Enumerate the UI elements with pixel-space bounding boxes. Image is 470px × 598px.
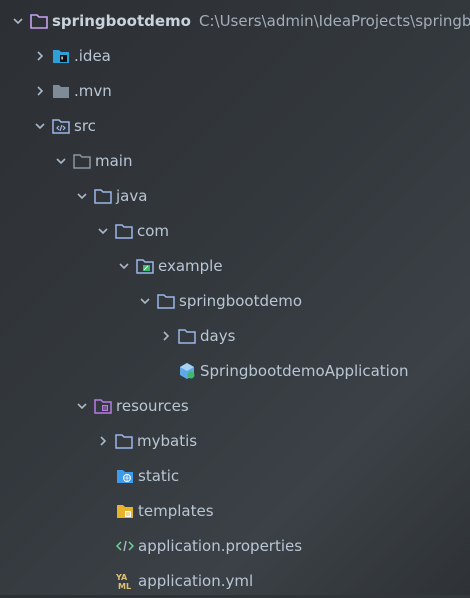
chevron-down-icon[interactable] (10, 13, 26, 29)
tree-row-application-properties[interactable]: application.properties (0, 528, 470, 563)
tree-row-application-yml[interactable]: YA ML application.yml (0, 563, 470, 598)
idea-label: .idea (74, 46, 111, 65)
resources-folder-icon (94, 397, 112, 415)
example-label: example (158, 256, 223, 275)
tree-row-templates[interactable]: templates (0, 493, 470, 528)
tree-row-mybatis[interactable]: mybatis (0, 423, 470, 458)
tree-row-springbootdemo[interactable]: springbootdemo (0, 283, 470, 318)
module-folder-icon (30, 12, 48, 30)
templates-folder-icon (116, 502, 134, 520)
chevron-right-icon[interactable] (158, 328, 174, 344)
tree-row-src[interactable]: src (0, 108, 470, 143)
chevron-down-icon[interactable] (32, 118, 48, 134)
chevron-down-icon[interactable] (137, 293, 153, 309)
static-label: static (138, 466, 180, 485)
project-tree: springbootdemo C:\Users\admin\IdeaProjec… (0, 0, 470, 595)
folder-icon (52, 82, 70, 100)
project-path: C:\Users\admin\IdeaProjects\springboo (198, 11, 470, 30)
mybatis-label: mybatis (137, 431, 198, 450)
springbootdemo-label: springbootdemo (179, 291, 302, 310)
chevron-down-icon[interactable] (74, 398, 90, 414)
spring-package-icon (136, 257, 154, 275)
templates-label: templates (138, 501, 214, 520)
resources-label: resources (116, 396, 189, 415)
package-folder-icon (115, 222, 133, 240)
project-name: springbootdemo (52, 11, 191, 30)
tree-row-days[interactable]: days (0, 318, 470, 353)
folder-icon (73, 152, 91, 170)
tree-row-idea[interactable]: .idea (0, 38, 470, 73)
application-yml-label: application.yml (138, 571, 254, 590)
com-label: com (137, 221, 170, 240)
folder-icon (115, 432, 133, 450)
tree-row-mvn[interactable]: .mvn (0, 73, 470, 108)
chevron-down-icon[interactable] (74, 188, 90, 204)
yaml-file-icon: YA ML (116, 572, 134, 590)
chevron-down-icon[interactable] (95, 223, 111, 239)
chevron-right-icon[interactable] (32, 48, 48, 64)
web-folder-icon (116, 467, 134, 485)
days-label: days (200, 326, 236, 345)
tree-row-com[interactable]: com (0, 213, 470, 248)
tree-row-application-class[interactable]: SpringbootdemoApplication (0, 353, 470, 388)
svg-text:YA: YA (116, 573, 128, 582)
chevron-down-icon[interactable] (53, 153, 69, 169)
java-label: java (116, 186, 148, 205)
properties-file-icon (116, 537, 134, 555)
chevron-down-icon[interactable] (116, 258, 132, 274)
mvn-label: .mvn (74, 81, 112, 100)
chevron-right-icon[interactable] (95, 433, 111, 449)
package-folder-icon (178, 327, 196, 345)
svg-text:ML: ML (118, 582, 131, 590)
package-folder-icon (157, 292, 175, 310)
tree-row-resources[interactable]: resources (0, 388, 470, 423)
source-root-folder-icon (94, 187, 112, 205)
tree-row-project-root[interactable]: springbootdemo C:\Users\admin\IdeaProjec… (0, 3, 470, 38)
tree-row-example[interactable]: example (0, 248, 470, 283)
main-label: main (95, 151, 133, 170)
tree-row-main[interactable]: main (0, 143, 470, 178)
application-properties-label: application.properties (138, 536, 303, 555)
source-folder-icon (52, 117, 70, 135)
chevron-right-icon[interactable] (32, 83, 48, 99)
tree-row-java[interactable]: java (0, 178, 470, 213)
src-label: src (74, 116, 96, 135)
application-class-label: SpringbootdemoApplication (200, 361, 409, 380)
spring-boot-class-icon (178, 362, 196, 380)
idea-folder-icon (52, 47, 70, 65)
tree-row-static[interactable]: static (0, 458, 470, 493)
